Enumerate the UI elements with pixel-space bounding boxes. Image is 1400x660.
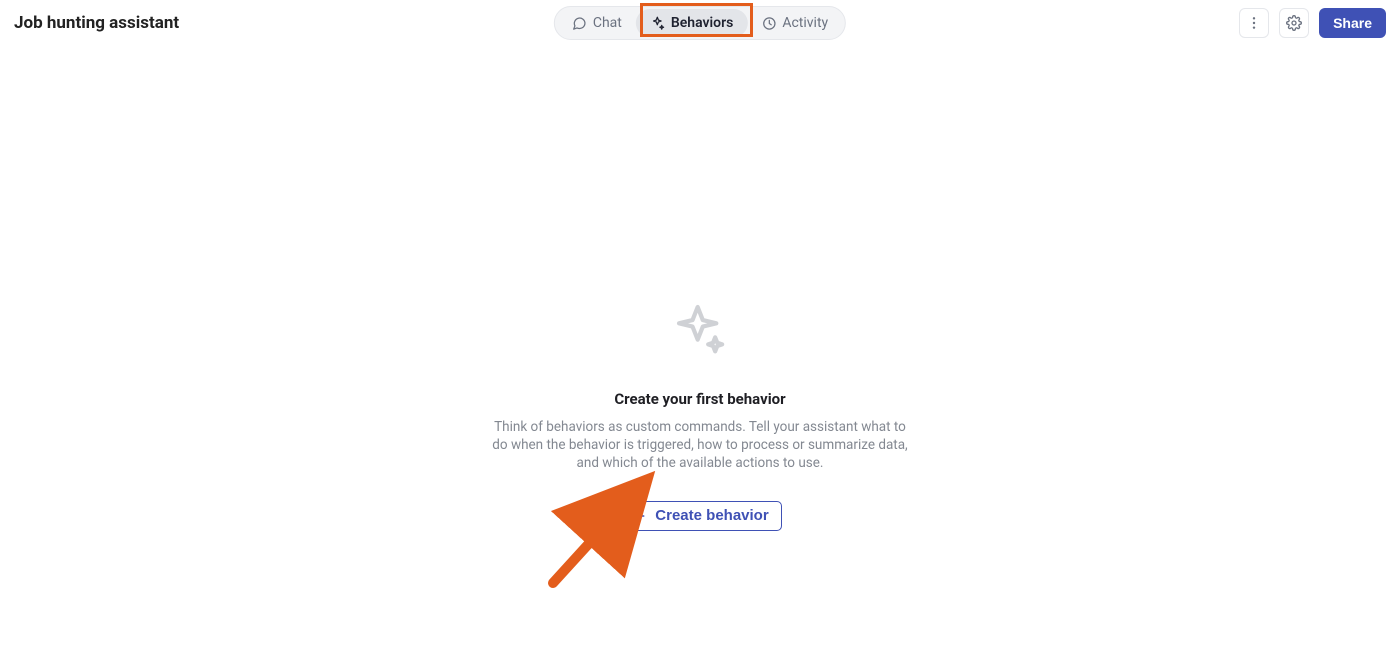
share-button[interactable]: Share xyxy=(1319,8,1386,38)
gear-icon xyxy=(1286,15,1302,31)
tab-label: Activity xyxy=(782,15,828,31)
tab-activity[interactable]: Activity xyxy=(747,9,842,37)
header-actions: Share xyxy=(1239,8,1386,38)
empty-state-description: Think of behaviors as custom commands. T… xyxy=(490,418,910,473)
tab-label: Behaviors xyxy=(671,15,733,31)
clock-icon xyxy=(761,16,776,31)
sparkle-icon xyxy=(650,16,665,31)
tab-label: Chat xyxy=(593,15,622,31)
tab-behaviors[interactable]: Behaviors xyxy=(636,9,747,37)
chat-icon xyxy=(572,16,587,31)
empty-state: Create your first behavior Think of beha… xyxy=(480,300,920,531)
create-behavior-label: Create behavior xyxy=(655,507,768,524)
create-behavior-button[interactable]: Create behavior xyxy=(618,501,781,531)
settings-button[interactable] xyxy=(1279,8,1309,38)
more-menu-button[interactable] xyxy=(1239,8,1269,38)
page-title: Job hunting assistant xyxy=(14,13,179,33)
sparkles-icon xyxy=(672,300,728,356)
header: Job hunting assistant Chat Behaviors xyxy=(0,0,1400,46)
more-vertical-icon xyxy=(1246,15,1262,31)
tab-chat[interactable]: Chat xyxy=(558,9,636,37)
plus-icon xyxy=(631,508,647,524)
empty-state-title: Create your first behavior xyxy=(614,390,785,408)
tab-group: Chat Behaviors Activity xyxy=(554,6,846,40)
